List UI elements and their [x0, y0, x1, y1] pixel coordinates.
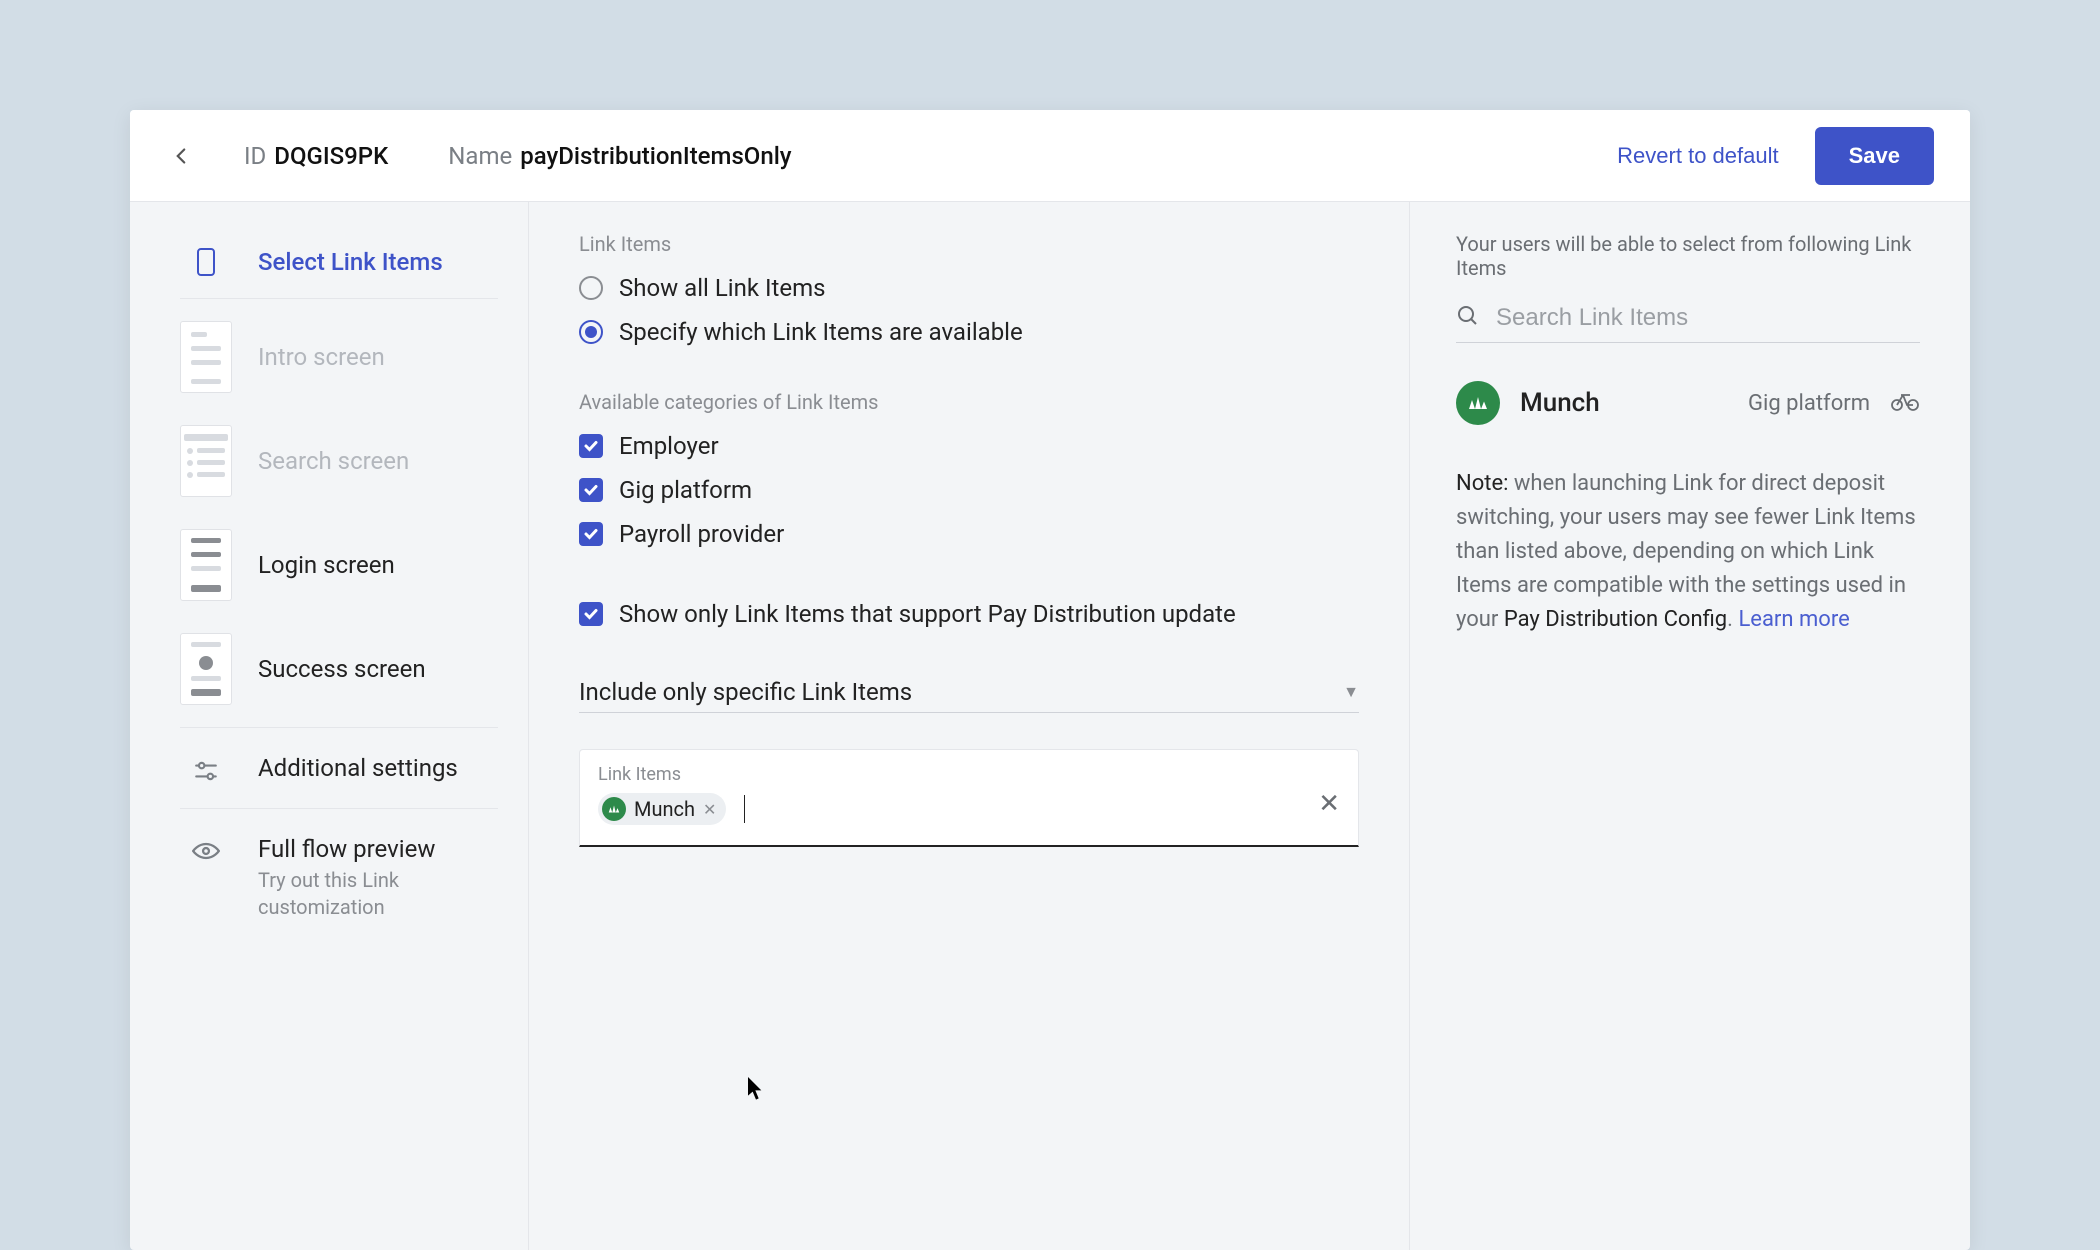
chip-munch[interactable]: Munch ✕	[598, 793, 726, 825]
radio-label: Show all Link Items	[619, 274, 826, 302]
sidebar-item-success-screen[interactable]: Success screen	[180, 617, 498, 721]
caret-down-icon: ▼	[1343, 682, 1359, 702]
checkbox-icon	[579, 434, 603, 458]
radio-specify[interactable]: Specify which Link Items are available	[579, 310, 1359, 354]
link-items-chip-input[interactable]: Link Items Munch ✕ ✕	[579, 749, 1359, 847]
chip-remove-icon[interactable]: ✕	[703, 800, 716, 819]
preview-intro-text: Your users will be able to select from f…	[1456, 232, 1920, 280]
checkbox-gig-platform[interactable]: Gig platform	[579, 468, 1359, 512]
main-config-panel: Link Items Show all Link Items Specify w…	[528, 202, 1410, 1250]
search-input[interactable]	[1496, 304, 1920, 332]
sidebar-item-label: Additional settings	[258, 754, 458, 782]
checkbox-payroll-provider[interactable]: Payroll provider	[579, 512, 1359, 556]
sidebar-item-intro-screen[interactable]: Intro screen	[180, 305, 498, 409]
chip-input-label: Link Items	[598, 764, 1340, 785]
checkbox-employer[interactable]: Employer	[579, 424, 1359, 468]
checkbox-icon	[579, 602, 603, 626]
sidebar-item-label: Login screen	[258, 551, 395, 579]
sliders-icon	[180, 754, 232, 782]
id-value: DQGIS9PK	[274, 142, 388, 170]
categories-group-label: Available categories of Link Items	[579, 390, 1359, 414]
note-config: Pay Distribution Config	[1504, 607, 1727, 632]
sidebar-item-additional-settings[interactable]: Additional settings	[180, 734, 498, 802]
phone-icon	[180, 248, 232, 276]
sidebar-item-full-flow-preview[interactable]: Full flow preview Try out this Link cust…	[180, 815, 498, 941]
sidebar-item-subtitle: Try out this Link customization	[258, 867, 458, 921]
note-text: Note: when launching Link for direct dep…	[1456, 467, 1920, 637]
search-link-items[interactable]	[1456, 304, 1920, 343]
text-cursor	[744, 795, 745, 823]
checkbox-icon	[579, 478, 603, 502]
checkbox-support-pay-distribution[interactable]: Show only Link Items that support Pay Di…	[579, 592, 1359, 636]
radio-icon	[579, 320, 603, 344]
sidebar: Select Link Items Intro screen Search sc…	[130, 202, 528, 1250]
header: ID DQGIS9PK Name payDistributionItemsOnl…	[130, 110, 1970, 202]
checkbox-label: Show only Link Items that support Pay Di…	[619, 600, 1236, 628]
clear-all-icon[interactable]: ✕	[1318, 789, 1340, 819]
preview-panel: Your users will be able to select from f…	[1410, 202, 1970, 1250]
back-button[interactable]	[166, 141, 196, 171]
screen-thumb-icon	[180, 529, 232, 601]
sidebar-item-label: Search screen	[258, 447, 409, 475]
screen-thumb-icon	[180, 425, 232, 497]
company-logo-icon	[602, 797, 626, 821]
name-label: Name	[448, 142, 512, 170]
company-logo-icon	[1456, 381, 1500, 425]
checkbox-label: Payroll provider	[619, 520, 784, 548]
bicycle-icon	[1890, 390, 1920, 416]
sidebar-item-select-link-items[interactable]: Select Link Items	[180, 232, 498, 292]
note-period: .	[1727, 607, 1738, 632]
eye-icon	[180, 835, 232, 861]
config-window: ID DQGIS9PK Name payDistributionItemsOnl…	[130, 110, 1970, 1250]
screen-thumb-icon	[180, 633, 232, 705]
save-button[interactable]: Save	[1815, 127, 1934, 185]
search-icon	[1456, 304, 1480, 332]
link-items-group-label: Link Items	[579, 232, 1359, 256]
learn-more-link[interactable]: Learn more	[1738, 607, 1849, 632]
link-item-munch[interactable]: Munch Gig platform	[1456, 381, 1920, 425]
sidebar-item-label: Full flow preview	[258, 835, 458, 863]
sidebar-item-label: Select Link Items	[258, 248, 443, 276]
radio-label: Specify which Link Items are available	[619, 318, 1023, 346]
name-value: payDistributionItemsOnly	[520, 142, 791, 170]
sidebar-item-label: Success screen	[258, 655, 426, 683]
mouse-cursor-icon	[747, 1077, 765, 1107]
sidebar-item-login-screen[interactable]: Login screen	[180, 513, 498, 617]
radio-icon	[579, 276, 603, 300]
radio-show-all[interactable]: Show all Link Items	[579, 266, 1359, 310]
revert-button[interactable]: Revert to default	[1617, 143, 1778, 169]
sidebar-item-label: Intro screen	[258, 343, 385, 371]
checkbox-label: Gig platform	[619, 476, 752, 504]
company-name: Munch	[1520, 388, 1728, 418]
sidebar-item-search-screen[interactable]: Search screen	[180, 409, 498, 513]
select-label: Include only specific Link Items	[579, 678, 912, 706]
checkbox-icon	[579, 522, 603, 546]
chip-label: Munch	[634, 797, 695, 821]
id-label: ID	[244, 142, 266, 170]
screen-thumb-icon	[180, 321, 232, 393]
checkbox-label: Employer	[619, 432, 719, 460]
include-mode-select[interactable]: Include only specific Link Items ▼	[579, 672, 1359, 713]
company-category-tag: Gig platform	[1748, 391, 1870, 416]
note-bold: Note:	[1456, 471, 1508, 496]
